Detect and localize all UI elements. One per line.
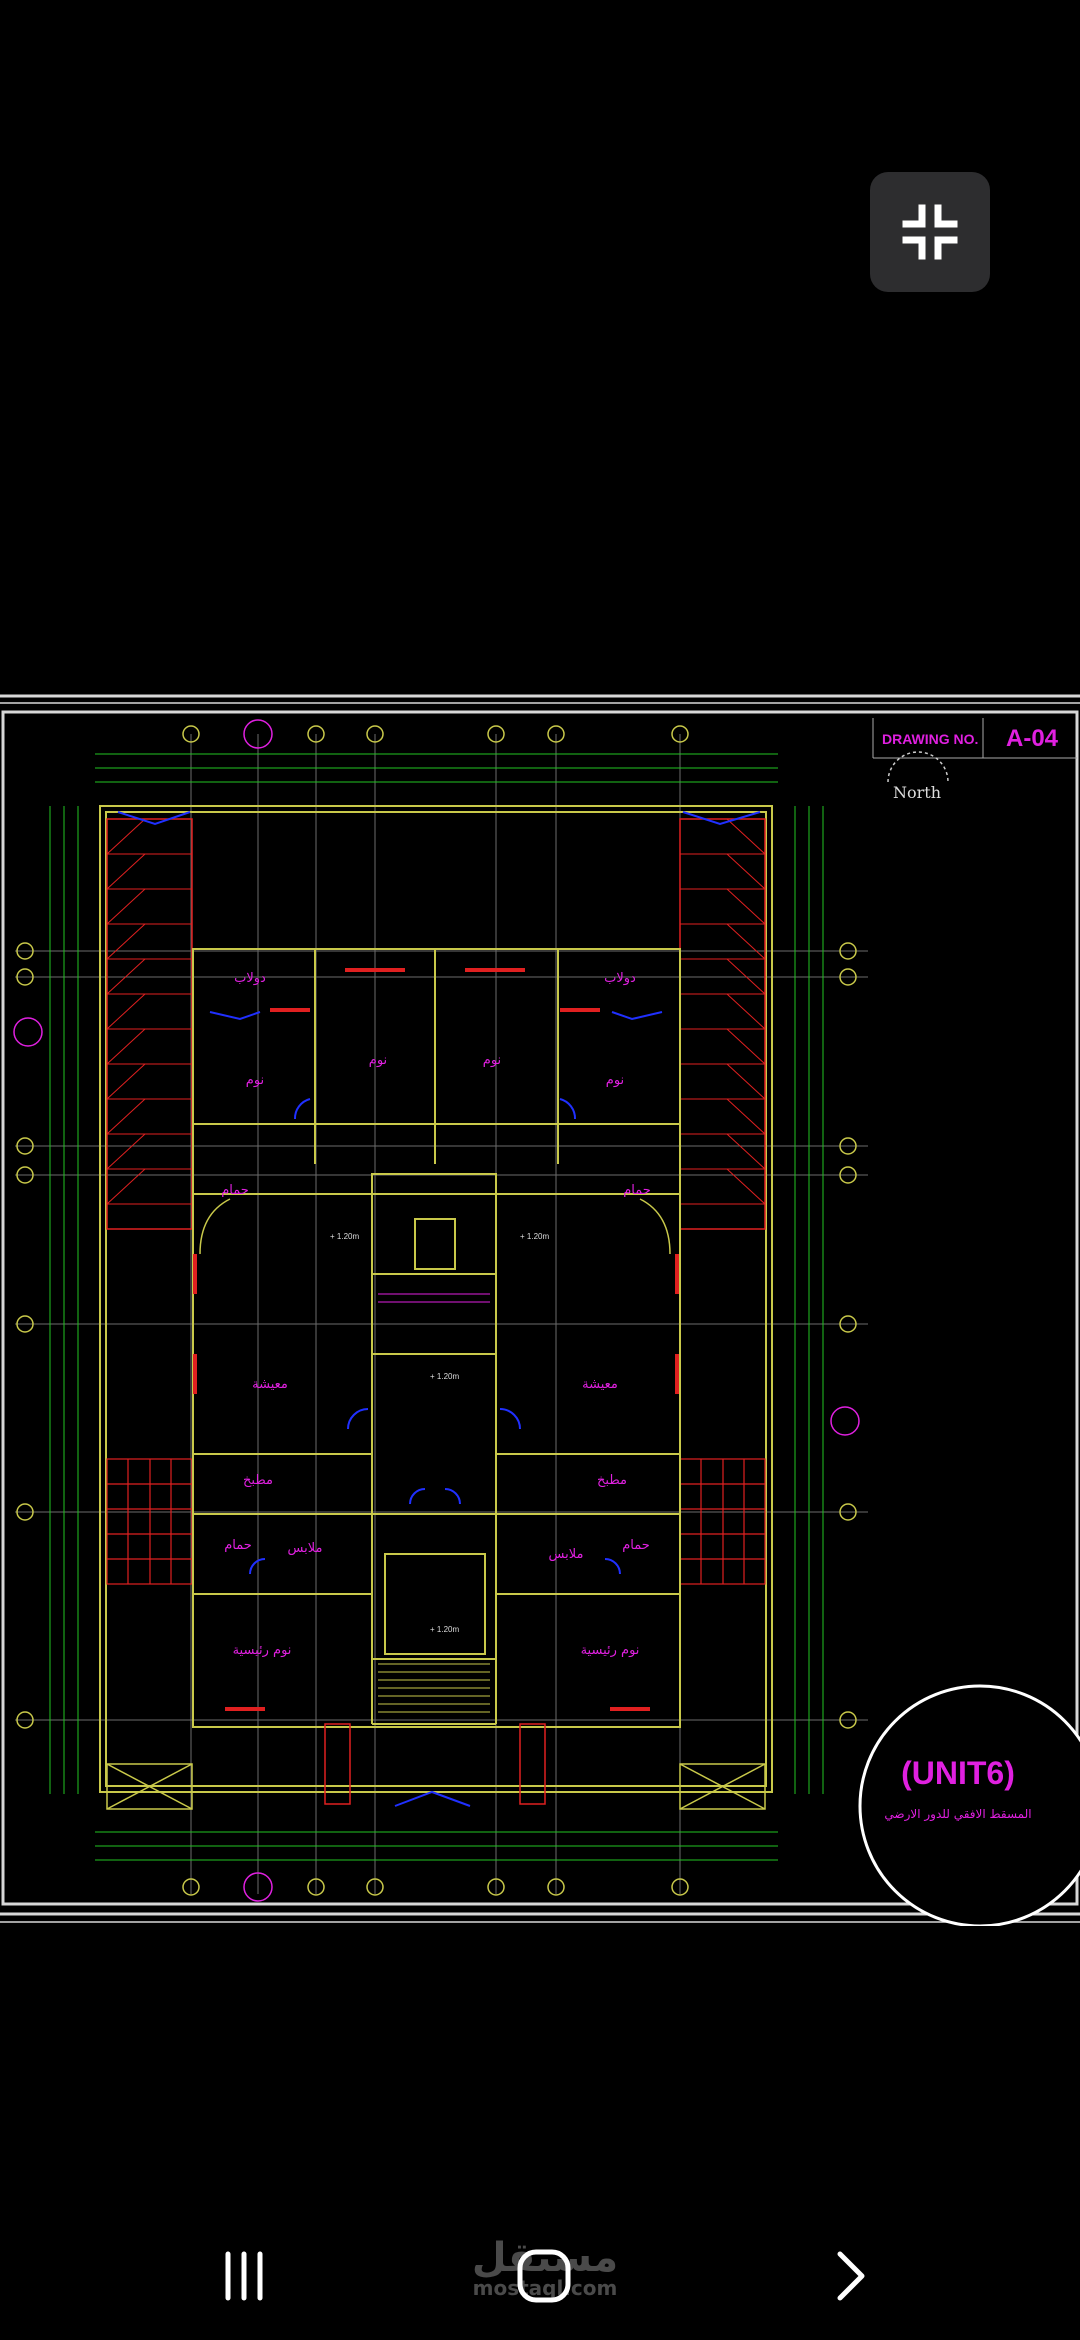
room-kitchen-left: مطبخ [243, 1473, 273, 1488]
room-dress-top-right: دولاب [604, 971, 636, 986]
navigation-bar [0, 2200, 1080, 2340]
home-button[interactable] [484, 2236, 604, 2316]
unit-label: (UNIT6) [901, 1755, 1015, 1791]
exit-fullscreen-icon [902, 204, 958, 260]
north-label: North [893, 783, 941, 802]
room-dress-top-left: دولاب [234, 971, 266, 986]
level-stair: + 1.20m [430, 1372, 459, 1381]
home-icon [517, 2249, 571, 2303]
room-bed-top-right: نوم [606, 1073, 624, 1088]
level-right: + 1.20m [520, 1232, 549, 1241]
room-bed-top-mid-left: نوم [369, 1053, 387, 1068]
floor-plan-drawing: DRAWING NO. A-04 North معيشة معيشة نوم ن… [0, 694, 1080, 1928]
room-bed-top-mid-right: نوم [483, 1053, 501, 1068]
level-left: + 1.20m [330, 1232, 359, 1241]
drawing-number: A-04 [1006, 725, 1059, 752]
back-button[interactable] [790, 2236, 910, 2316]
room-clothes-right: ملابس [549, 1547, 584, 1562]
room-bath-low-left: حمام [224, 1538, 252, 1553]
unit-badge: (UNIT6) المسقط الافقي للدور الارضي [858, 1684, 1080, 1928]
room-living-right: معيشة [582, 1377, 618, 1392]
room-master-right: نوم رئيسية [581, 1643, 640, 1658]
room-clothes-left: ملابس [288, 1541, 323, 1556]
level-core: + 1.20m [430, 1625, 459, 1634]
room-bath-low-right: حمام [622, 1538, 650, 1553]
room-kitchen-right: مطبخ [597, 1473, 627, 1488]
room-master-left: نوم رئيسية [233, 1643, 292, 1658]
room-bath-left: حمام [221, 1183, 249, 1198]
back-icon [837, 2251, 865, 2301]
stair-right [679, 818, 766, 1230]
room-living-left: معيشة [252, 1377, 288, 1392]
north-arrow: North [887, 751, 949, 802]
plan-title: المسقط الافقي للدور الارضي [884, 1807, 1031, 1822]
recents-button[interactable] [184, 2236, 304, 2316]
drawing-no-label: DRAWING NO. [882, 731, 978, 747]
room-bed-top-left: نوم [246, 1073, 264, 1088]
room-bath-right: حمام [623, 1183, 651, 1198]
recents-icon [225, 2251, 263, 2301]
stair-left [106, 818, 193, 1230]
exit-fullscreen-button[interactable] [870, 172, 990, 292]
